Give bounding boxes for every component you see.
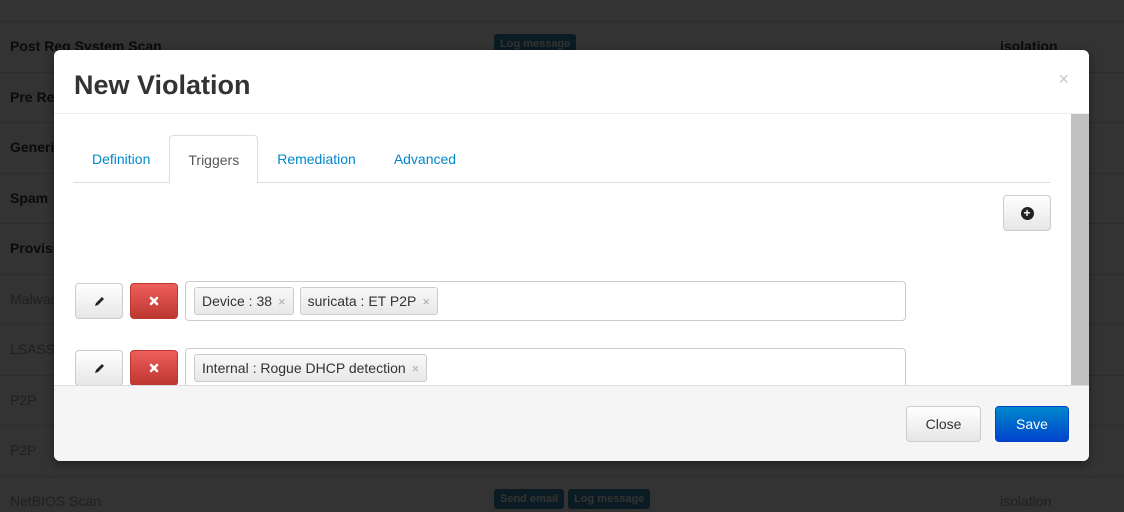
trigger-tag: Device : 38 ×	[194, 287, 294, 315]
modal-body: Definition Triggers Remediation Advanced…	[54, 114, 1089, 388]
tag-remove-icon[interactable]: ×	[422, 294, 430, 309]
tab-triggers[interactable]: Triggers	[169, 135, 259, 184]
trigger-row: Device : 38 × suricata : ET P2P ×	[75, 281, 907, 321]
trigger-tags-input[interactable]: Device : 38 × suricata : ET P2P ×	[185, 281, 906, 321]
modal-title: New Violation	[74, 70, 251, 100]
remove-icon	[149, 296, 159, 306]
pencil-icon	[94, 296, 104, 306]
tag-remove-icon[interactable]: ×	[412, 361, 420, 376]
new-violation-modal: New Violation × Definition Triggers Reme…	[54, 50, 1089, 461]
close-icon[interactable]: ×	[1058, 70, 1069, 88]
trigger-tags-input[interactable]: Internal : Rogue DHCP detection ×	[185, 348, 906, 388]
tab-remediation[interactable]: Remediation	[258, 135, 375, 183]
trigger-tag: Internal : Rogue DHCP detection ×	[194, 354, 428, 382]
trigger-row: Internal : Rogue DHCP detection ×	[75, 348, 907, 388]
tag-label: suricata : ET P2P	[307, 293, 417, 309]
tab-advanced[interactable]: Advanced	[375, 135, 475, 183]
save-button[interactable]: Save	[995, 406, 1069, 442]
violation-tabs: Definition Triggers Remediation Advanced	[73, 135, 1050, 184]
remove-trigger-button[interactable]	[130, 350, 178, 386]
edit-trigger-button[interactable]	[75, 350, 123, 386]
modal-footer: Close Save	[54, 385, 1089, 461]
edit-trigger-button[interactable]	[75, 283, 123, 319]
modal-scrollbar[interactable]	[1071, 114, 1089, 385]
tag-label: Device : 38	[202, 293, 273, 309]
pencil-icon	[94, 363, 104, 373]
close-button[interactable]: Close	[906, 406, 981, 442]
tag-remove-icon[interactable]: ×	[278, 294, 286, 309]
trigger-tag: suricata : ET P2P ×	[299, 287, 438, 315]
tab-definition[interactable]: Definition	[73, 135, 169, 183]
modal-header: New Violation ×	[54, 50, 1089, 114]
tag-label: Internal : Rogue DHCP detection	[202, 360, 406, 376]
remove-trigger-button[interactable]	[130, 283, 178, 319]
add-trigger-button[interactable]: +	[1003, 195, 1051, 231]
plus-circle-icon: +	[1020, 206, 1034, 220]
remove-icon	[149, 363, 159, 373]
